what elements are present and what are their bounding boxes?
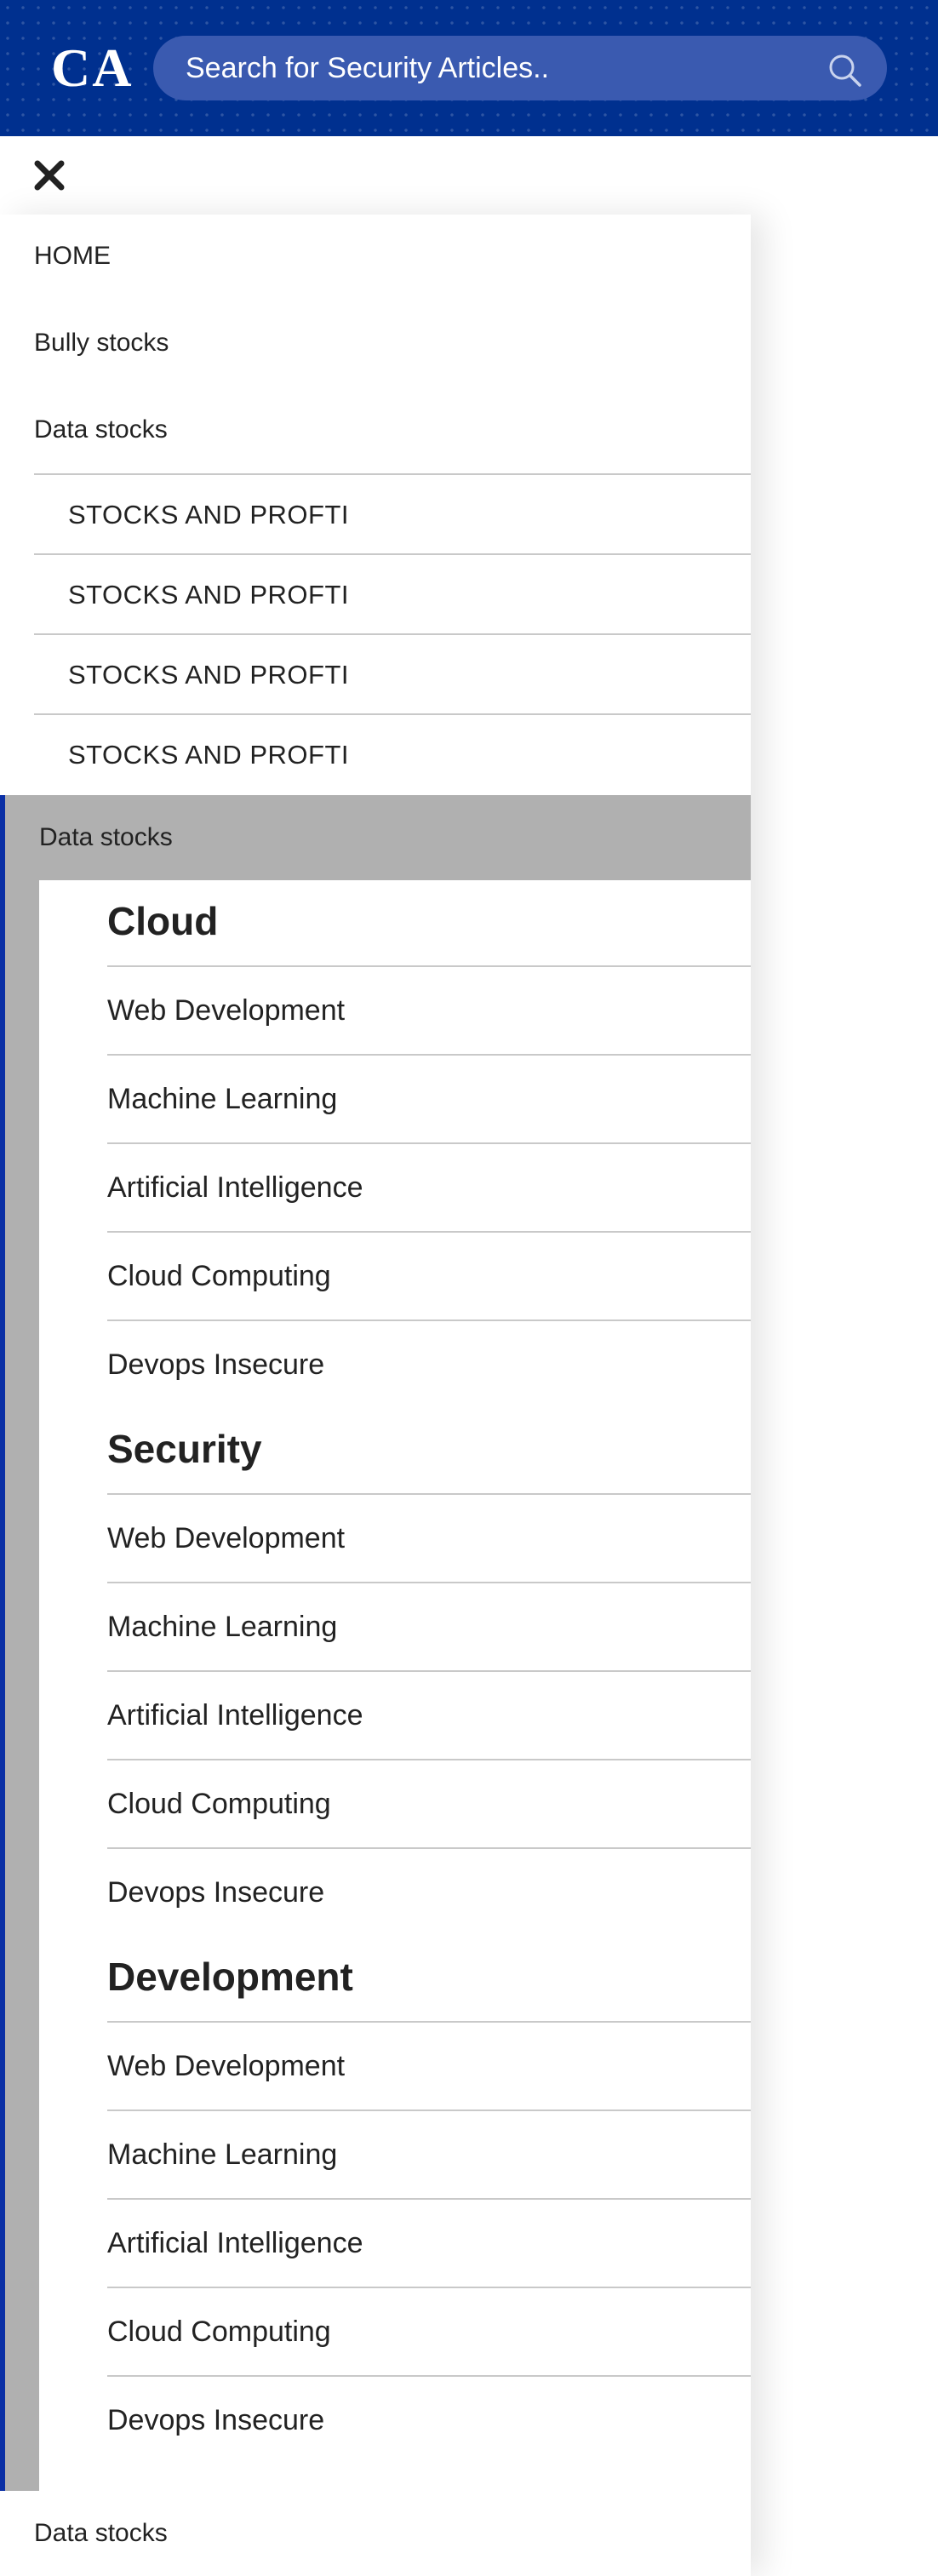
group-title-development: Development	[107, 1955, 353, 1999]
expanded-menu: Data stocks Cloud Web Development Machin…	[0, 795, 751, 2491]
close-icon[interactable]	[32, 158, 66, 192]
nav-item-home[interactable]: HOME	[34, 213, 751, 300]
group-link[interactable]: Devops Insecure	[107, 1847, 751, 1936]
group-link[interactable]: Cloud Computing	[107, 1231, 751, 1319]
expanded-menu-label[interactable]: Data stocks	[39, 795, 173, 880]
group-link[interactable]: Web Development	[107, 1493, 751, 1582]
search-icon[interactable]	[826, 51, 863, 89]
group-title-security: Security	[107, 1427, 262, 1471]
group-link[interactable]: Web Development	[107, 2021, 751, 2109]
sub-item[interactable]: STOCKS AND PROFTI	[34, 713, 751, 793]
group-link[interactable]: Artificial Intelligence	[107, 1670, 751, 1759]
group-link[interactable]: Devops Insecure	[107, 1319, 751, 1408]
nav-item-data-stocks-bottom[interactable]: Data stocks	[34, 2491, 168, 2576]
group-link[interactable]: Devops Insecure	[107, 2375, 751, 2464]
group-link[interactable]: Machine Learning	[107, 2109, 751, 2198]
group-link[interactable]: Artificial Intelligence	[107, 1142, 751, 1231]
site-header: CA	[0, 0, 938, 136]
mega-menu-panel: Cloud Web Development Machine Learning A…	[39, 880, 751, 2491]
sub-item[interactable]: STOCKS AND PROFTI	[34, 473, 751, 553]
site-logo[interactable]: CA	[51, 34, 133, 102]
nav-item-data-stocks[interactable]: Data stocks	[34, 386, 751, 473]
group-link[interactable]: Machine Learning	[107, 1054, 751, 1142]
sub-item[interactable]: STOCKS AND PROFTI	[34, 633, 751, 713]
group-link[interactable]: Cloud Computing	[107, 2287, 751, 2375]
group-link[interactable]: Machine Learning	[107, 1582, 751, 1670]
search-input[interactable]	[186, 36, 781, 100]
nav-top-list: HOME Bully stocks Data stocks	[34, 213, 751, 473]
nav-item-bully-stocks[interactable]: Bully stocks	[34, 300, 751, 386]
group-link[interactable]: Artificial Intelligence	[107, 2198, 751, 2287]
sub-item[interactable]: STOCKS AND PROFTI	[34, 553, 751, 633]
group-link[interactable]: Web Development	[107, 965, 751, 1054]
search-bar	[153, 36, 887, 100]
group-link[interactable]: Cloud Computing	[107, 1759, 751, 1847]
group-title-cloud: Cloud	[107, 899, 219, 943]
